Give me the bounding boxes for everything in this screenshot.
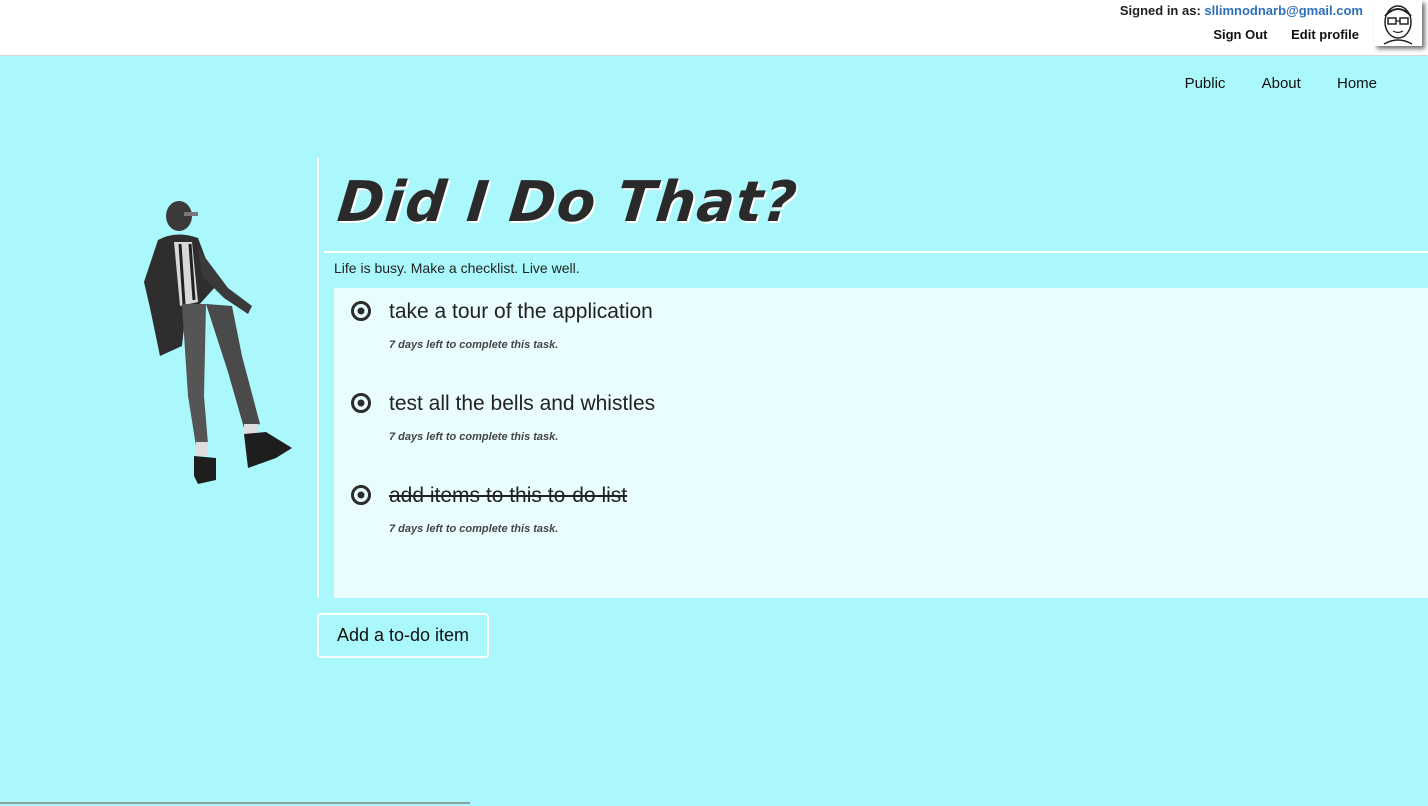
bottom-divider [0,802,470,804]
add-todo-button[interactable]: Add a to-do item [317,613,489,658]
signed-in-info: Signed in as: sllimnodnarb@gmail.com [1120,3,1363,18]
todo-item: take a tour of the application 7 days le… [334,288,1428,368]
todo-title: take a tour of the application [389,300,653,323]
todo-deadline: 7 days left to complete this task. [389,431,559,443]
todo-deadline: 7 days left to complete this task. [389,339,559,351]
top-bar: Signed in as: sllimnodnarb@gmail.com Sig… [0,0,1428,56]
content-divider-vertical [317,158,319,598]
page-title: Did I Do That? [334,170,801,235]
tagline: Life is busy. Make a checklist. Live wel… [334,260,580,276]
avatar[interactable] [1374,0,1422,46]
edit-profile-link[interactable]: Edit profile [1291,27,1359,42]
title-divider [324,251,1428,253]
todo-deadline: 7 days left to complete this task. [389,523,559,535]
todo-item: add items to this to-do list 7 days left… [334,472,1428,552]
sign-out-link[interactable]: Sign Out [1213,27,1267,42]
todo-item: test all the bells and whistles 7 days l… [334,380,1428,460]
todo-title: test all the bells and whistles [389,392,656,415]
dancing-man-icon [144,201,292,484]
user-sketch-avatar-icon [1383,5,1413,45]
radio-dot-icon[interactable] [350,300,372,322]
user-email-link[interactable]: sllimnodnarb@gmail.com [1204,3,1363,18]
nav-public[interactable]: Public [1185,75,1226,92]
main-nav: Public About Home [1153,75,1377,92]
account-links: Sign Out Edit profile [1193,27,1359,42]
todo-title-completed: add items to this to-do list [389,484,628,507]
nav-about[interactable]: About [1262,75,1301,92]
signed-in-label: Signed in as: [1119,3,1201,18]
radio-dot-icon[interactable] [350,392,372,414]
todo-list: take a tour of the application 7 days le… [334,288,1428,598]
nav-home[interactable]: Home [1337,75,1377,92]
hero-figure-image [136,196,296,488]
radio-dot-icon[interactable] [350,484,372,506]
